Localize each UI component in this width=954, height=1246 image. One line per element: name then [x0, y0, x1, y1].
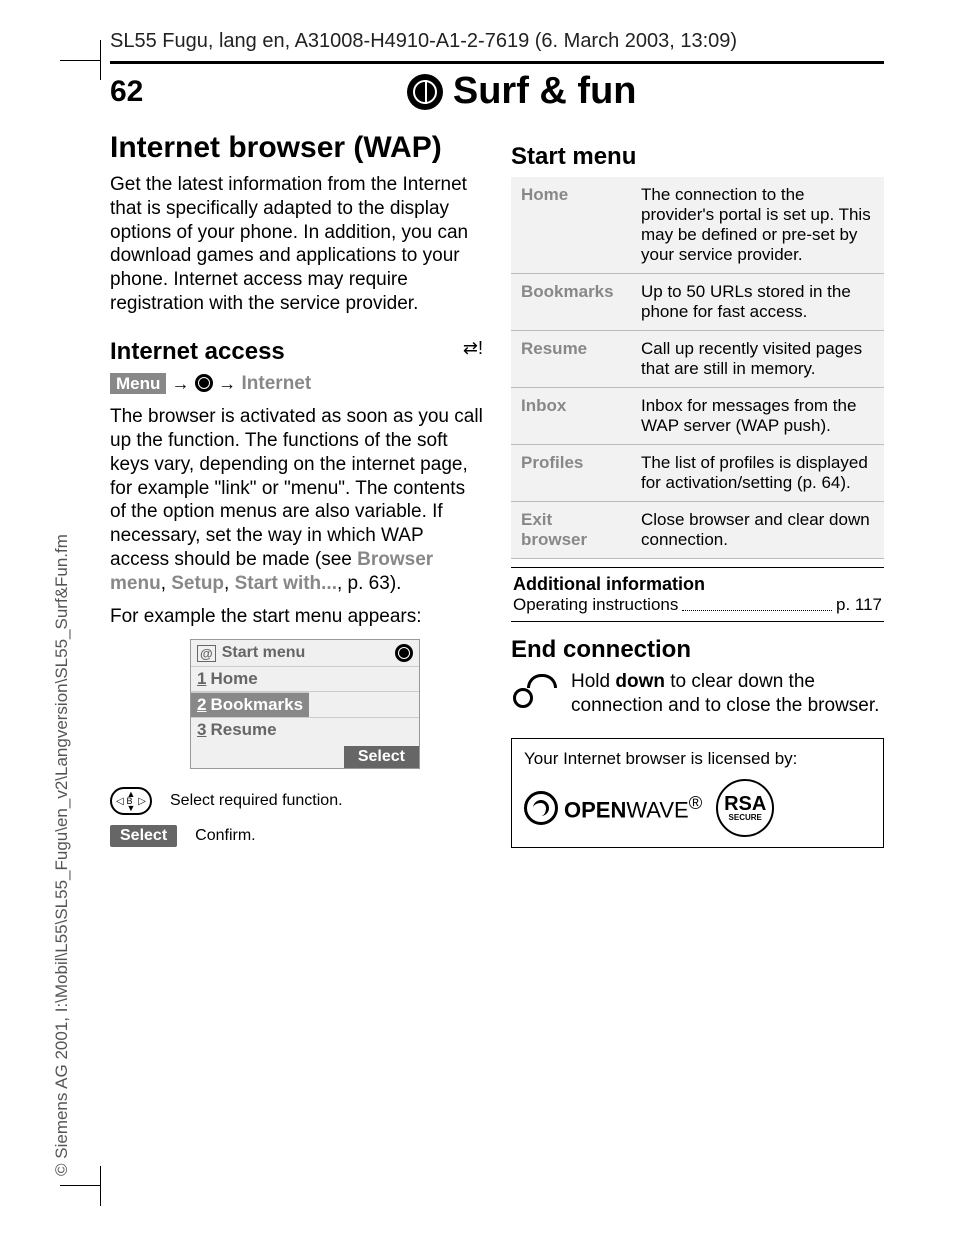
phone-menu-item: 1Home — [191, 666, 419, 691]
menu-path: Menu → → Internet — [110, 372, 483, 396]
intro-paragraph: Get the latest information from the Inte… — [110, 173, 483, 316]
select-softkey: Select — [110, 825, 177, 847]
table-row: ResumeCall up recently visited pages tha… — [511, 331, 884, 388]
page-title: Surf & fun — [407, 70, 637, 113]
additional-info-item: Operating instructions — [513, 595, 678, 615]
at-icon: @ — [197, 645, 216, 662]
subsection-start-menu: Start menu — [511, 143, 884, 171]
table-row: HomeThe connection to the provider's por… — [511, 177, 884, 274]
arrow-icon: → — [172, 373, 190, 393]
table-row: ProfilesThe list of profiles is displaye… — [511, 445, 884, 502]
table-row: Exit browserClose browser and clear down… — [511, 502, 884, 559]
globe-icon — [195, 374, 213, 392]
end-connection-text: Hold down to clear down the connection a… — [571, 670, 884, 718]
additional-info-title: Additional information — [513, 574, 882, 595]
start-menu-table: HomeThe connection to the provider's por… — [511, 177, 884, 559]
additional-info-box: Additional information Operating instruc… — [511, 567, 884, 622]
rsa-logo: RSA SECURE — [716, 779, 774, 837]
navigation-key-icon: ▲B▼ — [110, 787, 152, 815]
running-head: SL55 Fugu, lang en, A31008-H4910-A1-2-76… — [110, 30, 884, 64]
arrow-icon: → — [218, 373, 236, 393]
phone-menu-item-selected: 2Bookmarks — [191, 692, 309, 717]
table-row: BookmarksUp to 50 URLs stored in the pho… — [511, 274, 884, 331]
additional-info-page: p. 117 — [836, 595, 882, 615]
network-icon: ⇄! — [463, 338, 483, 359]
globe-icon — [395, 644, 413, 662]
access-paragraph: The browser is activated as soon as you … — [110, 405, 483, 595]
hangup-key-icon — [511, 670, 557, 710]
nav-key-description: Select required function. — [170, 792, 343, 810]
table-row: InboxInbox for messages from the WAP ser… — [511, 388, 884, 445]
phone-softkey-select: Select — [344, 746, 419, 768]
menu-path-item: Internet — [242, 373, 312, 394]
confirm-description: Confirm. — [195, 827, 255, 845]
openwave-logo: OPENWAVE® — [524, 791, 702, 825]
example-line: For example the start menu appears: — [110, 605, 483, 629]
globe-icon — [407, 74, 443, 110]
subsection-end-connection: End connection — [511, 636, 884, 664]
openwave-swirl-icon — [524, 791, 558, 825]
menu-badge: Menu — [110, 373, 166, 394]
license-text: Your Internet browser is licensed by: — [524, 749, 871, 769]
copyright-sidebar: © Siemens AG 2001, I:\Mobil\L55\SL55_Fug… — [52, 534, 72, 1176]
section-heading-wap: Internet browser (WAP) — [110, 131, 483, 165]
license-box: Your Internet browser is licensed by: OP… — [511, 738, 884, 848]
phone-title: Start menu — [222, 644, 306, 662]
subsection-internet-access: Internet access — [110, 338, 285, 366]
phone-menu-item: 3Resume — [191, 717, 419, 742]
phone-screen-mock: @ Start menu 1Home 2Bookmarks 3Resume Se… — [190, 639, 420, 769]
page-number: 62 — [110, 75, 143, 109]
